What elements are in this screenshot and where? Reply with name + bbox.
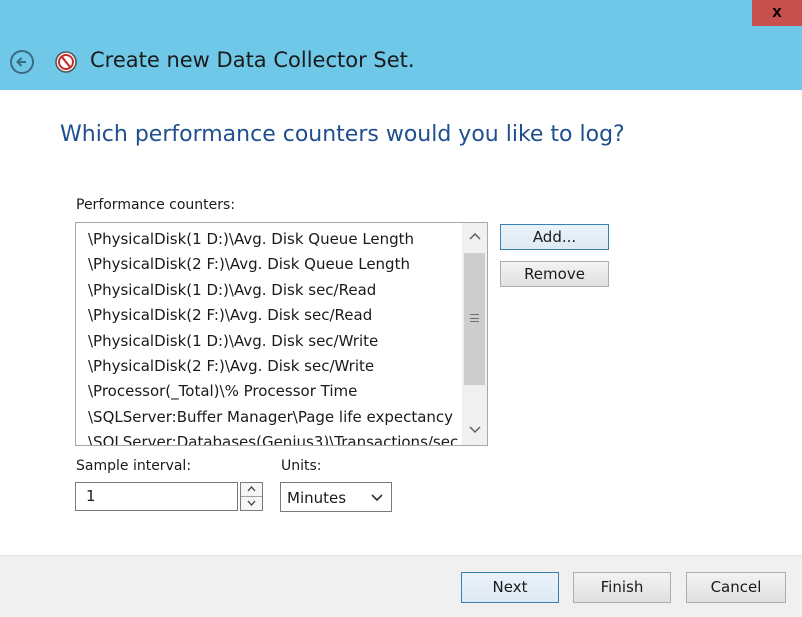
- counters-label: Performance counters:: [76, 197, 236, 213]
- add-button[interactable]: Add...: [500, 224, 609, 250]
- list-item[interactable]: \SQLServer:Buffer Manager\Page life expe…: [76, 405, 462, 430]
- scroll-thumb[interactable]: [464, 253, 485, 385]
- list-item[interactable]: \PhysicalDisk(1 D:)\Avg. Disk Queue Leng…: [76, 227, 462, 252]
- caret-down-icon: [247, 500, 256, 506]
- performance-monitor-icon: [54, 50, 78, 74]
- list-item[interactable]: \Processor(_Total)\% Processor Time: [76, 379, 462, 404]
- units-select[interactable]: Minutes: [280, 482, 392, 512]
- window-title: Create new Data Collector Set.: [90, 48, 415, 72]
- chevron-down-icon: [468, 426, 481, 434]
- next-button[interactable]: Next: [461, 572, 559, 603]
- sample-interval-stepper[interactable]: [240, 482, 263, 511]
- finish-button[interactable]: Finish: [573, 572, 671, 603]
- footer-bar: Next Finish Cancel: [0, 555, 802, 617]
- list-item[interactable]: \PhysicalDisk(1 D:)\Avg. Disk sec/Read: [76, 278, 462, 303]
- chevron-up-icon: [468, 232, 481, 240]
- sample-interval-label: Sample interval:: [76, 458, 192, 474]
- remove-button[interactable]: Remove: [500, 261, 609, 287]
- units-selected-value: Minutes: [287, 489, 347, 507]
- stepper-down-button[interactable]: [241, 497, 262, 510]
- page-heading: Which performance counters would you lik…: [60, 122, 625, 147]
- close-button[interactable]: x: [752, 0, 802, 26]
- scroll-down-button[interactable]: [462, 419, 487, 443]
- title-bar: x Create new Data Collector Set.: [0, 0, 802, 90]
- list-item[interactable]: \PhysicalDisk(2 F:)\Avg. Disk sec/Read: [76, 303, 462, 328]
- back-arrow-icon: [16, 57, 26, 67]
- units-label: Units:: [281, 458, 322, 474]
- grip-icon: [470, 314, 479, 322]
- counters-listbox[interactable]: \PhysicalDisk(1 D:)\Avg. Disk Queue Leng…: [75, 222, 488, 446]
- cancel-button[interactable]: Cancel: [686, 572, 786, 603]
- list-item[interactable]: \PhysicalDisk(1 D:)\Avg. Disk sec/Write: [76, 329, 462, 354]
- back-button[interactable]: [10, 50, 34, 74]
- scroll-up-button[interactable]: [462, 225, 487, 249]
- list-item[interactable]: \PhysicalDisk(2 F:)\Avg. Disk Queue Leng…: [76, 252, 462, 277]
- stepper-up-button[interactable]: [241, 483, 262, 497]
- list-item[interactable]: \PhysicalDisk(2 F:)\Avg. Disk sec/Write: [76, 354, 462, 379]
- caret-up-icon: [247, 486, 256, 492]
- list-item[interactable]: \SQLServer:Databases(Genius3)\Transactio…: [76, 430, 462, 445]
- sample-interval-input[interactable]: 1: [75, 482, 238, 511]
- vertical-scrollbar[interactable]: [462, 223, 487, 445]
- chevron-down-icon: [371, 483, 383, 513]
